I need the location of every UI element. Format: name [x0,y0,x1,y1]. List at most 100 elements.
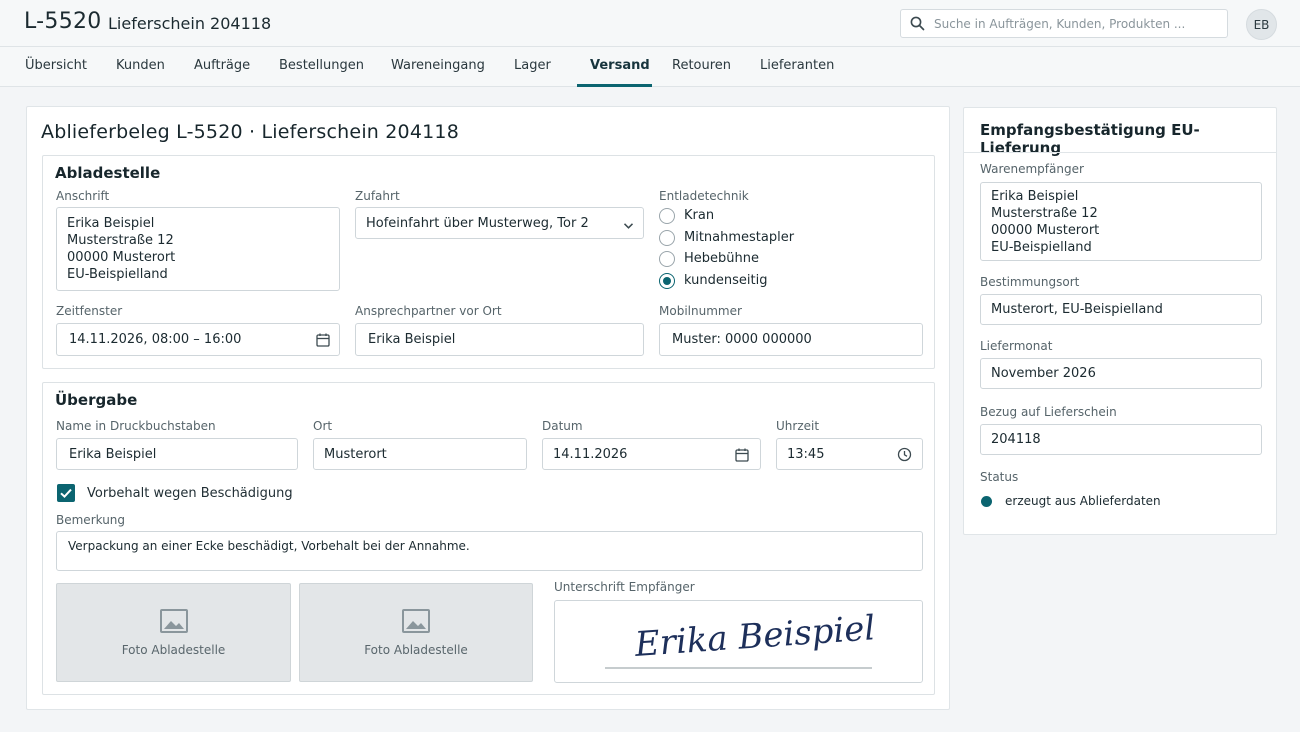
zeitfenster-label: Zeitfenster [56,304,123,318]
ansprechpartner-field[interactable]: Erika Beispiel [355,323,644,356]
radio-label: kundenseitig [684,273,768,288]
bestimmungsort-value: Musterort, EU-Beispielland [991,302,1163,317]
name-value: Erika Beispiel [69,447,157,462]
ort-label: Ort [313,419,333,433]
bestimmungsort-label: Bestimmungsort [980,275,1080,289]
ansprechpartner-label: Ansprechpartner vor Ort [355,304,502,318]
zeitfenster-value: 14.11.2026, 08:00 – 16:00 [69,332,242,347]
search-box[interactable] [900,9,1228,38]
calendar-icon[interactable] [735,448,749,466]
anschrift-line: Erika Beispiel [67,216,155,231]
name-field[interactable]: Erika Beispiel [56,438,298,470]
top-bar: L-5520 · Lieferschein 204118 EB [0,0,1300,47]
section-heading-uebergabe: Übergabe [55,391,138,409]
calendar-icon[interactable] [316,333,330,351]
bezug-value: 204118 [991,432,1041,447]
radio-label: Mitnahmestapler [684,230,795,245]
anschrift-label: Anschrift [56,189,110,203]
bezug-field[interactable]: 204118 [980,424,1262,455]
section-abladestelle: Abladestelle Anschrift Erika Beispiel Mu… [42,155,935,369]
status-indicator [981,496,992,507]
anschrift-line: EU-Beispielland [67,267,168,282]
vorbehalt-checkbox-row[interactable]: Vorbehalt wegen Beschädigung [57,484,357,504]
photo-abladestelle-1[interactable]: Foto Abladestelle [56,583,291,682]
bemerkung-value: Verpackung an einer Ecke beschädigt, Vor… [68,539,470,553]
ansprechpartner-value: Erika Beispiel [368,332,456,347]
radio-label: Kran [684,208,715,223]
uhrzeit-value: 13:45 [787,447,825,462]
photo-caption: Foto Abladestelle [121,643,226,657]
search-icon [910,16,925,35]
main-nav: Übersicht Kunden Aufträge Bestellungen W… [0,47,1300,87]
check-icon [60,488,72,499]
radio-button-selected[interactable] [659,273,675,289]
bemerkung-field[interactable]: Verpackung an einer Ecke beschädigt, Vor… [56,531,923,571]
datum-field[interactable]: 14.11.2026 [542,438,761,470]
bestimmungsort-field[interactable]: Musterort, EU-Beispielland [980,294,1262,325]
anschrift-line: Musterstraße 12 [67,233,174,248]
search-input[interactable] [934,14,1219,34]
warenempfaenger-line: Musterstraße 12 [991,206,1098,221]
zufahrt-value: Hofeinfahrt über Musterweg, Tor 2 [366,216,589,231]
app-code: L-5520 [24,9,102,34]
radio-button[interactable] [659,251,675,267]
nav-item-retouren[interactable]: Retouren [672,58,731,73]
liefermonat-field[interactable]: November 2026 [980,358,1262,389]
name-label: Name in Druckbuchstaben [56,419,216,433]
unterschrift-label: Unterschrift Empfänger [554,580,695,594]
bezug-label: Bezug auf Lieferschein [980,405,1117,419]
signature-text: Erika Beispiel [633,608,877,665]
radio-button[interactable] [659,230,675,246]
section-uebergabe: Übergabe Name in Druckbuchstaben Erika B… [42,382,935,695]
warenempfaenger-line: EU-Beispielland [991,240,1092,255]
warenempfaenger-label: Warenempfänger [980,162,1084,176]
active-tab-indicator [577,84,652,87]
vorbehalt-checkbox[interactable] [57,484,75,502]
datum-label: Datum [542,419,583,433]
main-panel: Ablieferbeleg L-5520 · Lieferschein 2041… [26,106,950,710]
avatar[interactable]: EB [1246,9,1277,40]
zufahrt-select[interactable]: Hofeinfahrt über Musterweg, Tor 2 [355,207,644,239]
photo-caption: Foto Abladestelle [364,643,468,657]
warenempfaenger-line: Erika Beispiel [991,189,1079,204]
anschrift-line: 00000 Musterort [67,250,176,265]
liefermonat-value: November 2026 [991,366,1096,381]
nav-item-wareneingang[interactable]: Wareneingang [391,58,485,73]
bemerkung-label: Bemerkung [56,513,126,527]
ort-field[interactable]: Musterort [313,438,527,470]
radio-button[interactable] [659,208,675,224]
liefermonat-label: Liefermonat [980,339,1053,353]
status-value: erzeugt aus Ablieferdaten [1005,494,1161,508]
datum-value: 14.11.2026 [553,447,628,462]
status-label: Status [980,470,1019,484]
nav-item-kunden[interactable]: Kunden [116,58,165,73]
anschrift-field[interactable]: Erika Beispiel Musterstraße 12 00000 Mus… [56,207,340,291]
nav-item-uebersicht[interactable]: Übersicht [25,58,87,73]
clock-icon[interactable] [897,447,912,466]
signature-pad[interactable]: Erika Beispiel [554,600,923,683]
image-icon [401,608,431,638]
divider [964,152,1276,153]
uhrzeit-field[interactable]: 13:45 [776,438,923,470]
nav-item-lieferanten[interactable]: Lieferanten [760,58,834,73]
warenempfaenger-line: 00000 Musterort [991,223,1100,238]
warenempfaenger-field[interactable]: Erika Beispiel Musterstraße 12 00000 Mus… [980,182,1262,261]
page-title: Ablieferbeleg L-5520 · Lieferschein 2041… [41,121,460,143]
entladetechnik-label: Entladetechnik [659,189,749,203]
zeitfenster-field[interactable]: 14.11.2026, 08:00 – 16:00 [56,323,340,356]
mobil-value: Muster: 0000 000000 [672,332,812,347]
vorbehalt-label: Vorbehalt wegen Beschädigung [87,486,293,501]
nav-item-lager[interactable]: Lager [514,58,551,73]
chevron-down-icon [623,219,634,234]
uhrzeit-label: Uhrzeit [776,419,820,433]
mobil-label: Mobilnummer [659,304,742,318]
zufahrt-label: Zufahrt [355,189,400,203]
nav-item-versand[interactable]: Versand [590,58,650,73]
mobil-field[interactable]: Muster: 0000 000000 [659,323,923,356]
photo-abladestelle-2[interactable]: Foto Abladestelle [299,583,533,682]
nav-item-auftraege[interactable]: Aufträge [194,58,250,73]
section-heading-abladestelle: Abladestelle [55,164,161,182]
title-separator: · [96,12,102,31]
nav-item-bestellungen[interactable]: Bestellungen [279,58,364,73]
side-panel: Empfangsbestätigung EU-Lieferung Warenem… [963,107,1277,535]
